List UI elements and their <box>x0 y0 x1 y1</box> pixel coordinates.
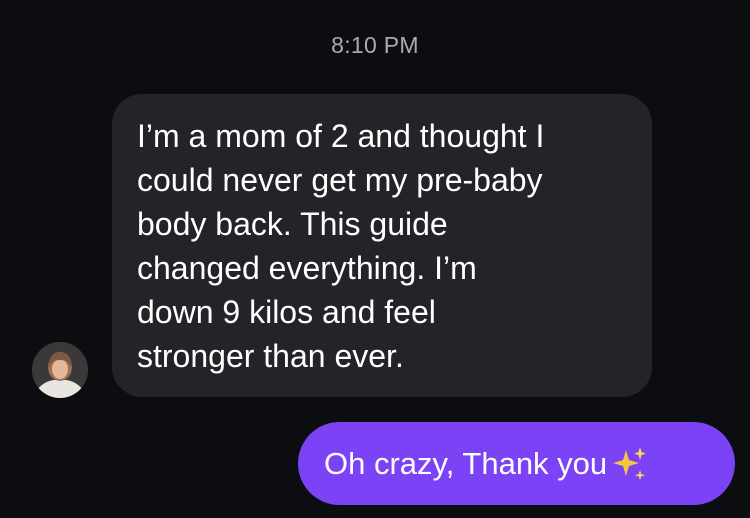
incoming-message-bubble[interactable]: I’m a mom of 2 and thought I could never… <box>112 94 652 397</box>
incoming-message-text: I’m a mom of 2 and thought I could never… <box>137 118 545 374</box>
outgoing-message-bubble[interactable]: Oh crazy, Thank you <box>298 422 735 505</box>
sparkles-icon <box>613 446 647 480</box>
sender-avatar[interactable] <box>32 342 88 398</box>
message-timestamp: 8:10 PM <box>331 32 419 58</box>
profile-photo-icon <box>32 342 88 398</box>
outgoing-message-text: Oh crazy, Thank you <box>324 445 608 481</box>
